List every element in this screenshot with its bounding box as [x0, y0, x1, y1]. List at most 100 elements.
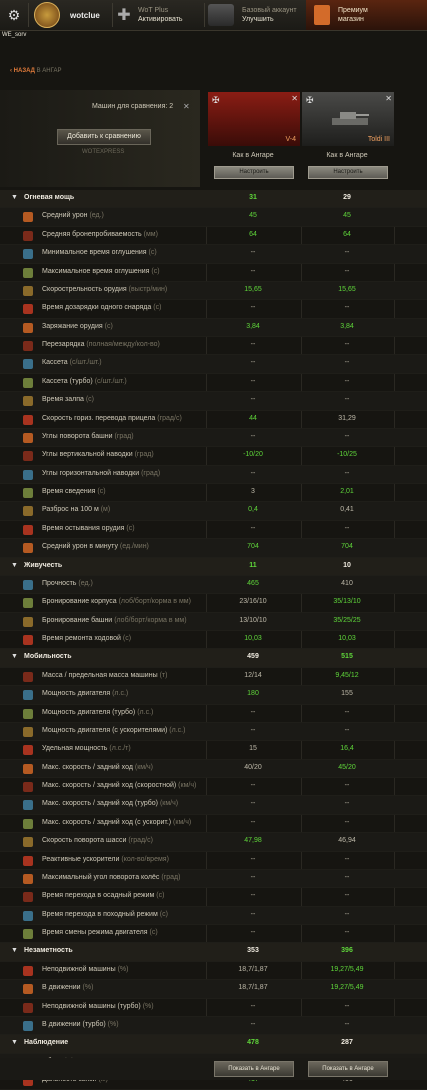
stat-label: Макс. скорость / задний ход (км/ч)	[42, 763, 153, 771]
account-button[interactable]: wotclue	[34, 0, 100, 30]
stat-icon	[23, 598, 33, 609]
back-button[interactable]: ‹ НАЗАД В АНГАР	[10, 68, 61, 74]
section-header-row[interactable]: ▼ Огневая мощь 31 29	[0, 190, 427, 209]
value-vehicle-1: --	[250, 396, 256, 404]
stat-label: Макс. скорость / задний ход (с ускорит.)…	[42, 818, 192, 826]
value-vehicle-1: 15	[249, 745, 257, 753]
stat-label: Время остывания орудия (с)	[42, 524, 135, 532]
value-vehicle-1: 12/14	[244, 671, 262, 679]
stat-row: Средняя бронепробиваемость (мм) 64 64	[0, 227, 427, 246]
configure-button[interactable]: Настроить	[308, 166, 388, 179]
stat-label: Наблюдение	[24, 1039, 69, 1047]
base-account-action: Улучшить	[242, 16, 274, 23]
stat-label: Неподвижной машины (%)	[42, 965, 129, 973]
stat-label: Кассета (с/шт./шт.)	[42, 359, 102, 367]
value-vehicle-1: 478	[247, 1039, 259, 1047]
vehicle-config-state: Как в Ангаре	[232, 152, 274, 159]
compare-count: 2	[169, 103, 174, 110]
stat-label: Бронирование корпуса (лоб/борт/корма в м…	[42, 598, 191, 606]
value-vehicle-1: 23/16/10	[239, 598, 267, 606]
stat-icon	[23, 818, 33, 829]
stat-row: Скорострельность орудия (выстр/мин) 15,65…	[0, 281, 427, 301]
stat-row: Максимальный угол поворота колёс (град) -…	[0, 869, 427, 889]
stat-row: Неподвижной машины (%) 18,7/1,87 19,27/5,4…	[0, 962, 427, 981]
section-header-row[interactable]: ▼ Живучесть 11 10	[0, 557, 427, 576]
value-vehicle-2: 16,4	[340, 745, 354, 753]
nation-flag-icon: ✠	[212, 95, 220, 105]
stat-label: Кассета (турбо) (с/шт./шт.)	[42, 377, 127, 385]
value-vehicle-1: 45	[249, 212, 257, 220]
wot-plus-action: Активировать	[138, 16, 183, 23]
section-header-row[interactable]: ▼ Незаметность 353 396	[0, 943, 427, 962]
value-vehicle-2: --	[344, 1020, 350, 1028]
show-in-hangar-button[interactable]: Показать в Ангаре	[214, 1061, 294, 1077]
settings-gear-icon[interactable]: ⚙	[4, 0, 24, 30]
clear-compare-icon[interactable]: ✕	[183, 102, 190, 111]
stat-icon	[23, 855, 33, 866]
stat-label: Реактивные ускорители (кол-во/время)	[42, 855, 169, 863]
section-header-row[interactable]: ▼ Мобильность 459 515	[0, 649, 427, 668]
stat-row: Прочность (ед.) 465 410	[0, 575, 427, 595]
stat-label: Максимальное время оглушения (с)	[42, 267, 160, 275]
configure-button[interactable]: Настроить	[214, 166, 294, 179]
back-destination: В АНГАР	[36, 68, 62, 74]
value-vehicle-2: 9,45/12	[335, 671, 359, 679]
stat-icon	[23, 579, 33, 590]
remove-vehicle-icon[interactable]: ✕	[291, 94, 298, 103]
stat-icon	[23, 469, 33, 480]
stat-icon	[23, 322, 33, 333]
value-vehicle-1: --	[250, 1020, 256, 1028]
show-in-hangar-button[interactable]: Показать в Ангаре	[308, 1061, 388, 1077]
value-vehicle-2: 45/20	[338, 763, 356, 771]
stat-icon	[23, 873, 33, 884]
value-vehicle-2: --	[344, 855, 350, 863]
premium-shop-button[interactable]: Премиум магазин	[306, 0, 427, 30]
stat-label: Время перехода в походный режим (с)	[42, 910, 168, 918]
value-vehicle-1: -10/20	[243, 451, 263, 459]
stat-label: Мощность двигателя (л.с.)	[42, 690, 129, 698]
value-vehicle-2: 35/13/10	[333, 598, 361, 606]
comparison-table: ▼ Огневая мощь 31 29 Средний урон (ед.) 45 45…	[0, 190, 427, 1090]
stat-label: Скорость гориз. перевода прицела (град/с…	[42, 414, 182, 422]
base-account-button[interactable]: Базовый аккаунт Улучшить	[208, 0, 297, 30]
stat-label: Время смены режима двигателя (с)	[42, 929, 158, 936]
divider	[204, 3, 205, 27]
stat-icon	[23, 726, 33, 737]
tank-account-icon	[208, 4, 234, 26]
value-vehicle-2: 45	[343, 212, 351, 220]
value-vehicle-2: --	[344, 1002, 350, 1010]
value-vehicle-1: 353	[247, 947, 259, 955]
value-vehicle-1: --	[250, 929, 256, 936]
stat-row: Средний урон в минуту (ед./мин) 704 704	[0, 539, 427, 558]
value-vehicle-2: --	[344, 341, 350, 348]
value-vehicle-2: 3,84	[340, 322, 354, 330]
value-vehicle-2: --	[344, 304, 350, 312]
vehicle-name: V-4	[285, 136, 296, 143]
stat-icon	[23, 451, 33, 462]
stat-icon	[23, 984, 33, 995]
stat-row: Время перехода в походный режим (с) -- --	[0, 906, 427, 925]
section-header-row[interactable]: ▼ Наблюдение 478 287	[0, 1035, 427, 1054]
value-vehicle-2: --	[344, 267, 350, 275]
vehicle-config-state: Как в Ангаре	[326, 152, 368, 159]
stat-label: Максимальный угол поворота колёс (град)	[42, 873, 181, 881]
add-to-compare-button[interactable]: Добавить к сравнению	[57, 129, 151, 145]
value-vehicle-2: 19,27/5,49	[330, 984, 364, 992]
stat-icon	[23, 616, 33, 627]
remove-vehicle-icon[interactable]: ✕	[385, 94, 392, 103]
plus-icon: ✚	[117, 7, 131, 24]
value-vehicle-2: 396	[341, 947, 353, 955]
value-vehicle-1: --	[250, 359, 256, 367]
value-vehicle-2: 19,27/5,49	[330, 965, 364, 973]
stat-label: Углы поворота башни (град)	[42, 432, 134, 440]
value-vehicle-1: 18,7/1,87	[238, 984, 268, 992]
stat-row: Бронирование корпуса (лоб/борт/корма в м…	[0, 594, 427, 613]
stat-icon	[23, 249, 33, 260]
value-vehicle-1: 47,98	[244, 837, 262, 845]
stat-label: В движении (%)	[42, 984, 94, 992]
stat-row: Макс. скорость / задний ход (скоростной)…	[0, 778, 427, 797]
stat-icon	[23, 892, 33, 903]
stat-icon	[23, 341, 33, 351]
wot-plus-button[interactable]: ✚ WoT Plus Активировать	[116, 0, 183, 30]
value-vehicle-1: 13/10/10	[239, 616, 267, 624]
